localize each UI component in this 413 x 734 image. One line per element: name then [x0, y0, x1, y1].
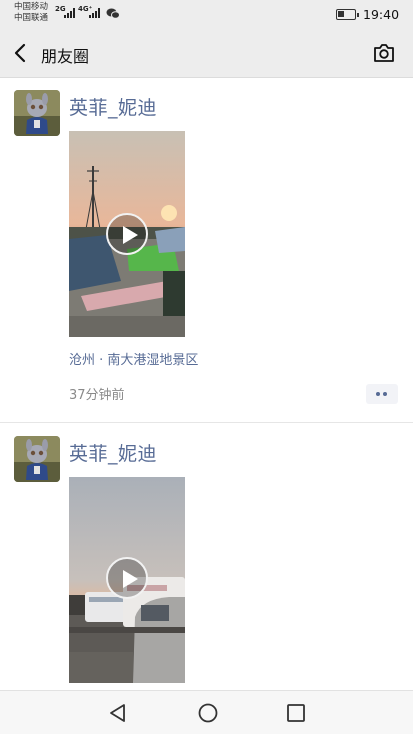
clock: 19:40: [363, 7, 400, 22]
moments-feed[interactable]: 英菲_妮迪 沧州 · 南大港湿地景区 37分钟前 英菲_妮迪: [0, 78, 413, 690]
nav-bar: 朋友圈: [0, 30, 413, 78]
avatar[interactable]: [14, 90, 60, 136]
video-thumbnail[interactable]: [69, 131, 185, 337]
signal-2-icon: [89, 8, 100, 18]
post-time: 37分钟前: [69, 388, 125, 403]
post-location[interactable]: 沧州 · 南大港湿地景区: [69, 349, 198, 368]
play-button[interactable]: [106, 557, 148, 599]
video-thumbnail[interactable]: [69, 477, 185, 683]
home-circle-icon[interactable]: [196, 701, 220, 725]
avatar[interactable]: [14, 436, 60, 482]
more-options-button[interactable]: [366, 384, 398, 404]
play-button[interactable]: [106, 213, 148, 255]
recent-square-icon[interactable]: [284, 701, 308, 725]
carrier-labels: 中国移动 中国联通: [14, 2, 48, 24]
post-divider: [0, 422, 413, 423]
carrier-1: 中国移动: [14, 2, 49, 12]
post-author-name[interactable]: 英菲_妮迪: [69, 93, 157, 120]
status-bar: 中国移动 中国联通 2G 4G⁺ 19:40: [0, 0, 413, 30]
back-triangle-icon[interactable]: [106, 701, 130, 725]
back-arrow-icon[interactable]: [12, 42, 32, 64]
wechat-icon: [106, 8, 120, 19]
signal-1-icon: [64, 8, 75, 18]
camera-icon[interactable]: [373, 43, 395, 63]
carrier-2: 中国联通: [14, 13, 49, 23]
battery-icon: [336, 9, 359, 20]
post-author-name[interactable]: 英菲_妮迪: [69, 439, 157, 466]
page-title: 朋友圈: [41, 47, 90, 66]
system-nav-bar: [0, 690, 413, 734]
